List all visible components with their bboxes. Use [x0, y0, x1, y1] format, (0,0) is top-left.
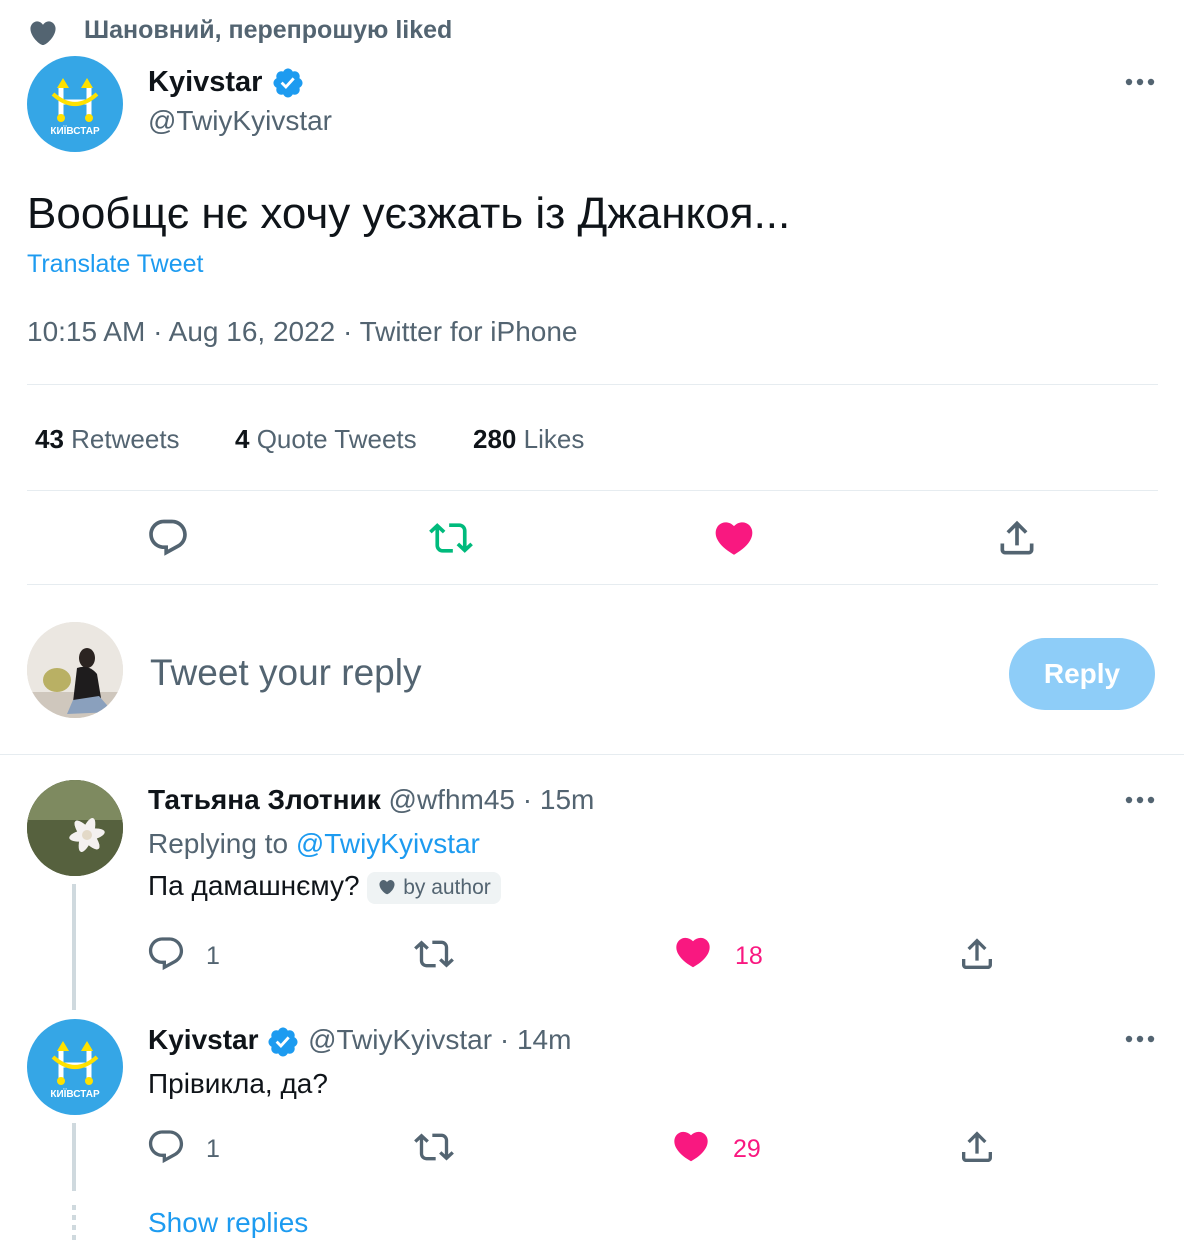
reply-author-name[interactable]: Татьяна Злотник — [148, 784, 381, 815]
like-icon[interactable] — [671, 1126, 711, 1166]
heart-icon — [28, 18, 58, 48]
like-icon[interactable] — [673, 932, 713, 972]
stat-label: Likes — [523, 424, 585, 454]
thread-line — [72, 884, 76, 1010]
heart-icon — [379, 879, 395, 894]
reply-avatar[interactable] — [27, 780, 123, 876]
translate-link[interactable]: Translate Tweet — [27, 250, 203, 279]
retweets-stat[interactable]: 43 Retweets — [35, 424, 180, 455]
stat-label: Quote Tweets — [256, 424, 417, 454]
tweet-text: Вообщє нє хочу уєзжать із Джанкоя... — [27, 189, 791, 238]
reply-time[interactable]: · 15m — [523, 784, 595, 815]
replying-prefix: Replying to — [148, 828, 289, 859]
retweet-icon[interactable] — [429, 516, 473, 560]
reply-time[interactable]: · 14m — [500, 1024, 572, 1055]
reply-icon[interactable] — [146, 934, 186, 974]
retweet-icon[interactable] — [414, 934, 454, 974]
share-icon[interactable] — [957, 1127, 997, 1167]
more-options-icon[interactable] — [1120, 788, 1160, 812]
tweet-meta: 10:15 AM · Aug 16, 2022 · Twitter for iP… — [27, 316, 578, 347]
like-icon[interactable] — [712, 516, 756, 560]
share-icon[interactable] — [995, 516, 1039, 560]
reply-icon[interactable] — [146, 516, 190, 560]
verified-badge-icon — [266, 1025, 300, 1059]
verified-badge-icon — [271, 66, 305, 100]
stat-count: 4 — [235, 424, 250, 454]
reply-count: 1 — [206, 1135, 220, 1163]
stat-count: 280 — [473, 424, 517, 454]
thread-dots — [72, 1205, 76, 1241]
reply-input[interactable]: Tweet your reply — [150, 652, 421, 694]
reply-text-row: Па дамашнєму? by author — [148, 870, 501, 904]
like-count: 29 — [733, 1135, 761, 1163]
thread-line — [72, 1123, 76, 1191]
reply-author-name[interactable]: Kyivstar — [148, 1024, 259, 1055]
logo-text: КИЇВСТАР — [50, 124, 100, 137]
stat-count: 43 — [35, 424, 64, 454]
reply-avatar[interactable]: КИЇВСТАР — [27, 1019, 123, 1115]
reply-count: 1 — [206, 942, 220, 970]
quote-tweets-stat[interactable]: 4 Quote Tweets — [235, 424, 417, 455]
divider — [27, 584, 1158, 585]
replying-to-link[interactable]: @TwiyKyivstar — [296, 828, 480, 859]
likes-stat[interactable]: 280 Likes — [473, 424, 584, 455]
reply-text: Па дамашнєму? — [148, 870, 360, 901]
like-count: 18 — [735, 942, 763, 970]
divider — [27, 490, 1158, 491]
share-icon[interactable] — [957, 934, 997, 974]
reply-author-handle[interactable]: @TwiyKyivstar — [308, 1024, 492, 1055]
author-name[interactable]: Kyivstar — [148, 66, 262, 98]
stat-label: Retweets — [71, 424, 180, 454]
logo-text: КИЇВСТАР — [50, 1087, 100, 1100]
liked-by-author-badge: by author — [367, 871, 501, 904]
reply-icon[interactable] — [146, 1127, 186, 1167]
social-context: Шановний, перепрошую liked — [84, 16, 453, 44]
author-avatar[interactable]: КИЇВСТАР — [27, 56, 123, 152]
badge-label: by author — [403, 875, 491, 899]
divider — [0, 754, 1184, 755]
reply-author-handle[interactable]: @wfhm45 — [389, 784, 515, 815]
reply-button[interactable]: Reply — [1009, 638, 1155, 710]
user-avatar[interactable] — [27, 622, 123, 718]
show-replies-link[interactable]: Show replies — [148, 1207, 308, 1239]
retweet-icon[interactable] — [414, 1127, 454, 1167]
reply-header: Kyivstar @TwiyKyivstar · 14m — [148, 1021, 571, 1059]
author-handle[interactable]: @TwiyKyivstar — [148, 105, 332, 137]
more-options-icon[interactable] — [1120, 1027, 1160, 1051]
replying-to: Replying to @TwiyKyivstar — [148, 828, 480, 860]
divider — [27, 384, 1158, 385]
reply-header: Татьяна Злотник @wfhm45 · 15m — [148, 784, 594, 816]
more-options-icon[interactable] — [1120, 70, 1160, 94]
reply-text: Прівикла, да? — [148, 1068, 328, 1099]
